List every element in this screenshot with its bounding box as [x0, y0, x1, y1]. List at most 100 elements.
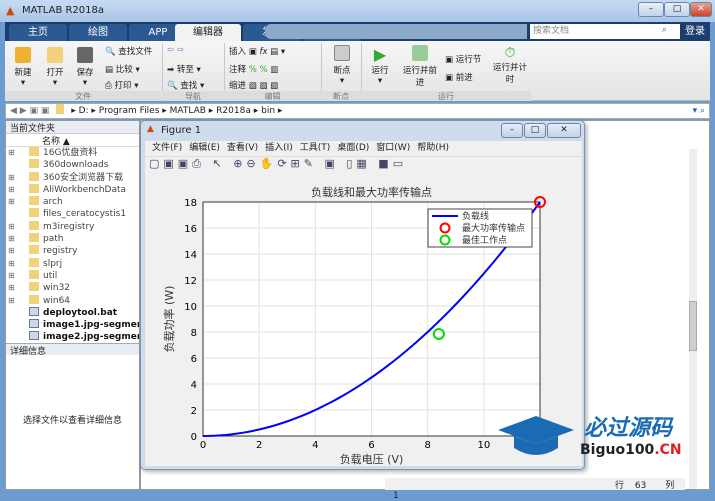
- advance-button[interactable]: ▣ 前进: [445, 71, 473, 83]
- file-list-item[interactable]: image2.jpg-segment...: [6, 331, 139, 343]
- run-time-button[interactable]: ⏱ 运行并计时: [493, 45, 527, 85]
- crumb-bin[interactable]: bin: [261, 106, 275, 116]
- expand-icon[interactable]: ⊞: [8, 295, 15, 307]
- find-files-button[interactable]: 🔍 查找文件: [105, 45, 152, 57]
- file-list-item[interactable]: deploytool.bat: [6, 306, 139, 319]
- file-list-item[interactable]: 360downloads: [6, 159, 139, 171]
- file-list-item[interactable]: ⊞ win32: [6, 282, 139, 294]
- breakpoints-button[interactable]: 断点 ▾: [328, 45, 356, 86]
- login-link[interactable]: 登录: [685, 24, 705, 39]
- new-button[interactable]: 新建 ▾: [11, 47, 35, 88]
- y-tick-label: 4: [191, 380, 197, 391]
- file-name: win32: [43, 283, 71, 294]
- figure-menu-item[interactable]: 桌面(D): [337, 143, 369, 153]
- file-list-item[interactable]: image1.jpg-segment...: [6, 319, 139, 331]
- file-name: 360downloads: [43, 160, 109, 171]
- file-list-item[interactable]: ⊞ registry: [6, 245, 139, 257]
- tab-plots[interactable]: 绘图: [69, 24, 127, 41]
- expand-icon[interactable]: ⊞: [8, 258, 15, 270]
- maximize-button[interactable]: □: [664, 2, 690, 17]
- minimize-button[interactable]: –: [638, 2, 664, 17]
- file-list-item[interactable]: ⊞ 16G优盘资料: [6, 147, 139, 159]
- crumb-matlab[interactable]: MATLAB: [170, 106, 206, 116]
- nav-arrows-icon[interactable]: ◀ ▶ ▣ ▣: [10, 106, 49, 116]
- file-name: image1.jpg-segment...: [43, 320, 139, 331]
- figure-menu-item[interactable]: 插入(I): [265, 143, 293, 153]
- file-list-item[interactable]: ⊞ m3iregistry: [6, 220, 139, 233]
- file-list-item[interactable]: ⊞ path: [6, 233, 139, 245]
- expand-icon[interactable]: ⊞: [8, 233, 15, 245]
- figure-icon: ▲: [147, 124, 154, 134]
- file-name: deploytool.bat: [43, 307, 118, 318]
- file-list-item[interactable]: files_ceratocystis1: [6, 208, 139, 220]
- save-button[interactable]: 保存 ▾: [73, 47, 97, 88]
- expand-icon[interactable]: ⊞: [8, 245, 15, 257]
- expand-icon[interactable]: ⊞: [8, 196, 15, 208]
- run-icon: ▶: [373, 45, 387, 64]
- find-button[interactable]: 🔍 查找 ▾: [167, 79, 204, 91]
- file-list-item[interactable]: ⊞ 360安全浏览器下载: [6, 171, 139, 184]
- folder-icon: [29, 269, 39, 279]
- folder-icon: [29, 245, 39, 255]
- legend-label: 负载线: [462, 210, 489, 222]
- legend-label: 最大功率传输点: [462, 222, 525, 234]
- column-header-name[interactable]: 名称 ▲: [6, 134, 139, 147]
- file-list-item[interactable]: ⊞ win64: [6, 294, 139, 307]
- expand-icon[interactable]: ⊞: [8, 184, 15, 196]
- print-button[interactable]: ⎙ 打印 ▾: [105, 79, 139, 91]
- run-section-button[interactable]: ▣ 运行节: [445, 53, 481, 65]
- file-list-item[interactable]: ⊞ arch: [6, 196, 139, 208]
- figure-menu-item[interactable]: 文件(F): [152, 143, 182, 153]
- quick-access-toolbar[interactable]: [265, 24, 527, 39]
- crumb-program-files[interactable]: Program Files: [99, 106, 160, 116]
- status-bar: 行 63 列 1: [385, 478, 685, 501]
- goto-button[interactable]: ➡ 转至 ▾: [167, 63, 201, 75]
- open-button[interactable]: 打开 ▾: [43, 47, 67, 88]
- editor-ribbon: 新建 ▾ 打开 ▾ 保存 ▾ 🔍 查找文件 ▤ 比较 ▾ ⎙ 打印 ▾ 文件 ⇦ ⇨ …: [5, 41, 710, 101]
- file-list-item[interactable]: ⊞ AliWorkbenchData: [6, 183, 139, 196]
- figure-menu-item[interactable]: 帮助(H): [417, 143, 449, 153]
- figure-menu-item[interactable]: 编辑(E): [189, 143, 220, 153]
- close-button[interactable]: ✕: [690, 2, 712, 17]
- comment-button[interactable]: 注释 % % ▥: [229, 63, 278, 75]
- crumb-d[interactable]: D:: [79, 106, 89, 116]
- run-advance-label: 运行并前进: [403, 66, 438, 88]
- folder-icon: [29, 196, 39, 206]
- expand-icon[interactable]: ⊞: [8, 270, 15, 282]
- file-list-item[interactable]: ⊞ slprj: [6, 257, 139, 270]
- insert-button[interactable]: 插入 ▣ fx ▤ ▾: [229, 45, 285, 57]
- search-icon[interactable]: ⌕: [662, 25, 667, 35]
- indent-button[interactable]: 缩进 ▧ ▧ ▧: [229, 79, 278, 91]
- expand-icon[interactable]: ⊞: [8, 147, 15, 159]
- window-title: MATLAB R2018a: [22, 5, 105, 16]
- run-button[interactable]: ▶ 运行 ▾: [367, 45, 393, 86]
- address-search-icon[interactable]: ▾ ⌕: [693, 104, 705, 118]
- y-tick-label: 10: [184, 302, 197, 313]
- expand-icon[interactable]: ⊞: [8, 172, 15, 184]
- figure-menu-item[interactable]: 查看(V): [227, 143, 258, 153]
- file-name: arch: [43, 197, 63, 208]
- figure-menu-item[interactable]: 工具(T): [300, 143, 331, 153]
- fig-maximize-button[interactable]: □: [524, 123, 546, 138]
- address-bar[interactable]: ◀ ▶ ▣ ▣ ▸ D: ▸ Program Files ▸ MATLAB ▸ …: [5, 103, 710, 119]
- file-name: AliWorkbenchData: [43, 184, 127, 195]
- file-list-item[interactable]: ⊞ util: [6, 269, 139, 282]
- expand-icon[interactable]: ⊞: [8, 282, 15, 294]
- file-icon: [29, 331, 39, 341]
- tab-editor[interactable]: 编辑器: [175, 24, 241, 41]
- expand-icon[interactable]: ⊞: [8, 221, 15, 233]
- fig-close-button[interactable]: ✕: [547, 123, 581, 138]
- tab-home[interactable]: 主页: [9, 24, 67, 41]
- tab-bar: 主页 绘图 APP 编辑器 发布 视图 搜索文档 ⌕ 登录: [5, 22, 710, 41]
- run-advance-button[interactable]: 运行并前进: [403, 45, 437, 88]
- group-run: 运行: [361, 91, 531, 101]
- folder-icon: [29, 233, 39, 243]
- figure-toolbar-icons[interactable]: ▢▣▣⎙ ↖ ⊕⊖✋⟳⊞✎ ▣ ▯▦ ■▭: [149, 157, 407, 170]
- figure-menu-item[interactable]: 窗口(W): [376, 143, 410, 153]
- compare-button[interactable]: ▤ 比较 ▾: [105, 63, 140, 75]
- scroll-thumb[interactable]: [689, 301, 697, 351]
- search-docs-input[interactable]: 搜索文档: [530, 24, 680, 39]
- back-forward-buttons[interactable]: ⇦ ⇨: [167, 45, 184, 55]
- crumb-r2018a[interactable]: R2018a: [216, 106, 251, 116]
- fig-minimize-button[interactable]: –: [501, 123, 523, 138]
